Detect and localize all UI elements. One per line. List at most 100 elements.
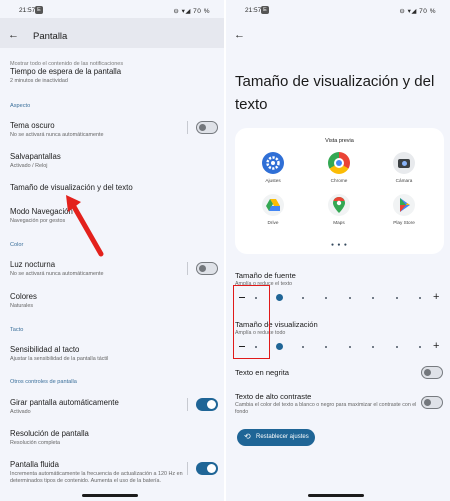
slider-thumb[interactable] (275, 343, 283, 350)
app-label: Cámara (395, 178, 413, 183)
setting-title: Salvapantallas (10, 152, 61, 161)
setting-night-light[interactable]: Luz nocturna No se activará nunca automá… (10, 260, 215, 277)
back-arrow-icon[interactable]: ← (234, 29, 245, 41)
slider-step-dot (419, 296, 421, 299)
arrow-shaft (70, 202, 104, 257)
reset-icon: ⟲ (244, 432, 251, 441)
setting-touch-sensitivity[interactable]: Sensibilidad al tacto Ajustar la sensibi… (10, 345, 215, 362)
night-light-toggle[interactable] (196, 262, 218, 275)
status-bar: 21:57 E ⊖ ▾◢ 70 % (0, 5, 224, 17)
notification-badge: E (261, 6, 269, 14)
battery-level: 70 % (193, 8, 210, 15)
setting-subtitle: Naturales (10, 303, 34, 309)
app-label: Drive (267, 220, 279, 225)
app-play-store: Play Store (386, 194, 422, 225)
gesture-handle (82, 494, 138, 497)
page-indicator: ● ● ● (331, 242, 348, 248)
notification-badge: E (35, 6, 43, 14)
section-header-tacto: Tacto (10, 327, 24, 333)
divider (187, 121, 188, 134)
status-icons: ⊖ ▾◢ 70 % (173, 8, 210, 15)
app-label: Ajustes (265, 178, 281, 183)
bold-text-title: Texto en negrita (235, 368, 290, 377)
setting-auto-rotate[interactable]: Girar pantalla automáticamente Activado (10, 398, 215, 415)
setting-title: Colores (10, 292, 37, 301)
setting-title: Tema oscuro (10, 121, 55, 130)
page-title: Pantalla (33, 31, 68, 42)
setting-colors[interactable]: Colores Naturales (10, 292, 215, 309)
battery-level: 70 % (419, 8, 436, 15)
top-app-bar: ← Pantalla Mostrar todo el contenido de … (0, 18, 224, 66)
setting-screensaver[interactable]: Salvapantallas Activado / Reloj (10, 152, 215, 169)
section-header-color: Color (10, 242, 24, 248)
slider-step-dot (348, 296, 351, 299)
dark-theme-toggle[interactable] (196, 121, 218, 134)
setting-subtitle: 2 minutos de inactividad (10, 78, 68, 84)
chrome-icon (328, 152, 350, 174)
setting-subtitle: No se activará nunca automáticamente (10, 271, 104, 277)
high-contrast-toggle[interactable] (421, 396, 443, 409)
top-app-bar: ← (226, 18, 450, 48)
maps-pin-icon (328, 194, 350, 216)
setting-title: Tamaño de visualización y del texto (10, 183, 133, 192)
setting-title: Luz nocturna (10, 260, 56, 269)
camera-icon (393, 152, 415, 174)
display-text-size-screen: 21:57 E ⊖ ▾◢ 70 % ← Tamaño de visualizac… (226, 0, 450, 501)
settings-gear-icon (262, 152, 284, 174)
setting-title: Sensibilidad al tacto (10, 345, 80, 354)
slider-step-dot (325, 296, 328, 299)
section-header-aspecto: Aspecto (10, 103, 31, 109)
display-size-slider[interactable] (250, 343, 426, 350)
red-highlight-box-annotation (233, 285, 270, 359)
app-maps: Maps (321, 194, 357, 225)
setting-subtitle: Resolución completa (10, 440, 61, 446)
setting-subtitle: Ajustar la sensibilidad de la pantalla t… (10, 356, 109, 362)
setting-subtitle: Activado (10, 409, 31, 415)
setting-title: Girar pantalla automáticamente (10, 398, 119, 407)
app-label: Chrome (330, 178, 348, 183)
bold-text-toggle[interactable] (421, 366, 443, 379)
setting-title: Modo Navegación (10, 207, 73, 216)
reset-button-label: Restablecer ajustes (256, 434, 309, 440)
smooth-display-toggle[interactable] (196, 462, 218, 475)
slider-step-dot (419, 345, 421, 348)
reset-settings-button[interactable]: ⟲ Restablecer ajustes (237, 429, 315, 446)
high-contrast-subtitle: Cambia el color del texto a blanco o neg… (235, 402, 417, 415)
divider (187, 462, 188, 475)
setting-title: Resolución de pantalla (10, 429, 89, 438)
status-bar: 21:57 E ⊖ ▾◢ 70 % (226, 5, 450, 17)
back-arrow-icon[interactable]: ← (8, 29, 19, 41)
slider-step-dot (301, 345, 304, 348)
slider-step-dot (301, 296, 304, 299)
status-icons: ⊖ ▾◢ 70 % (399, 8, 436, 15)
divider (187, 398, 188, 411)
setting-subtitle: Incrementa automáticamente la frecuencia… (10, 471, 183, 484)
auto-rotate-toggle[interactable] (196, 398, 218, 411)
divider (187, 262, 188, 275)
page-title: Tamaño de visualización y del texto (235, 73, 435, 113)
font-size-title: Tamaño de fuente (235, 271, 296, 280)
slider-thumb[interactable] (275, 294, 283, 301)
setting-smooth-display[interactable]: Pantalla fluida Incrementa automáticamen… (10, 460, 215, 485)
app-chrome: Chrome (321, 152, 357, 183)
app-label: Maps (333, 220, 345, 225)
font-size-increase-button[interactable]: + (433, 292, 439, 303)
preview-title: Vista previa (325, 138, 354, 144)
slider-step-dot (395, 345, 398, 348)
red-arrow-annotation (66, 195, 104, 257)
font-size-slider[interactable] (250, 294, 426, 301)
setting-screen-resolution[interactable]: Resolución de pantalla Resolución comple… (10, 429, 215, 446)
section-header-otros: Otros controles de pantalla (10, 379, 77, 385)
gesture-handle (308, 494, 364, 497)
display-size-increase-button[interactable]: + (433, 341, 439, 352)
status-time: 21:57 (245, 7, 262, 14)
setting-navigation-mode[interactable]: Modo Navegación Navegación por gestos (10, 207, 215, 224)
setting-subtitle: Activado / Reloj (10, 163, 48, 169)
setting-screen-timeout[interactable]: Tiempo de espera de la pantalla 2 minuto… (10, 67, 215, 84)
setting-display-text-size[interactable]: Tamaño de visualización y del texto (10, 183, 215, 192)
app-drive: Drive (255, 194, 291, 225)
setting-dark-theme[interactable]: Tema oscuro No se activará nunca automát… (10, 121, 215, 138)
app-label: Play Store (393, 220, 415, 225)
cut-off-text: Mostrar todo el contenido de las notific… (10, 61, 124, 66)
drive-icon (262, 194, 284, 216)
